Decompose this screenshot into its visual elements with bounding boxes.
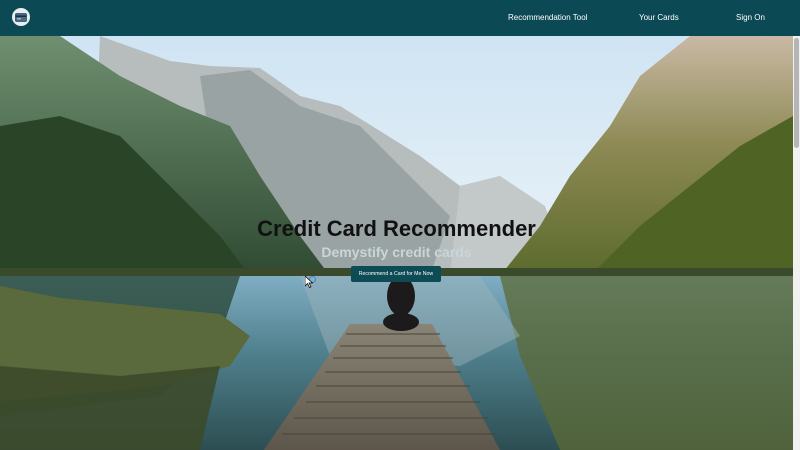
top-navbar: Recommendation Tool Your Cards Sign On (0, 0, 800, 36)
hero-title: Credit Card Recommender (257, 216, 536, 241)
logo-credit-card-icon[interactable] (12, 8, 30, 26)
mouse-cursor-icon (305, 276, 313, 288)
recommend-card-button[interactable]: Recommend a Card for Me Now (351, 266, 441, 282)
nav-sign-on-link[interactable]: Sign On (736, 0, 765, 36)
hero-subtitle: Demystify credit cards (321, 244, 472, 260)
hero-section: Credit Card Recommender Demystify credit… (0, 36, 793, 450)
scrollbar-thumb[interactable] (794, 38, 799, 148)
hero-background-image (0, 36, 793, 450)
page-scrollbar[interactable] (793, 36, 800, 450)
nav-recommendation-tool-link[interactable]: Recommendation Tool (508, 0, 587, 36)
nav-your-cards-link[interactable]: Your Cards (639, 0, 679, 36)
